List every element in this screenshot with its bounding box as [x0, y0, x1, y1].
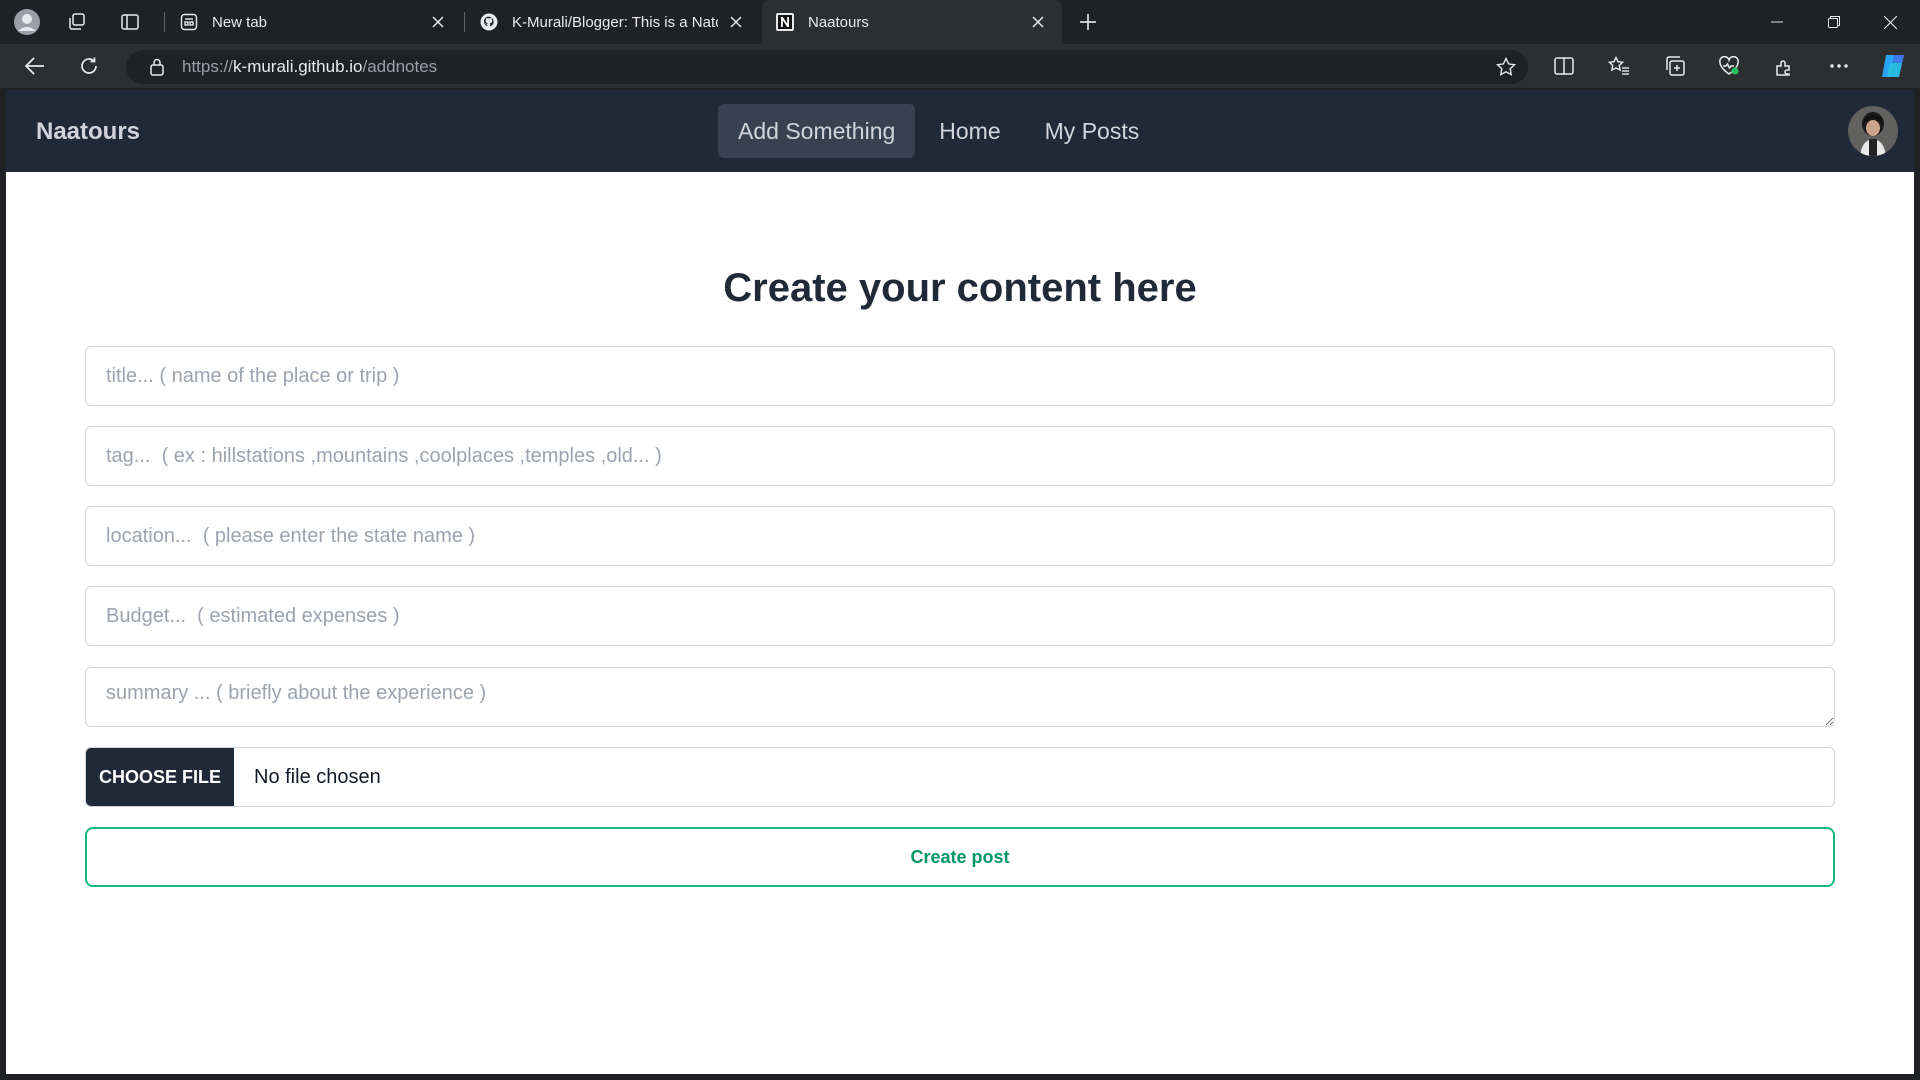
tab-separator: [464, 12, 465, 32]
file-upload[interactable]: CHOOSE FILE No file chosen: [85, 747, 1835, 807]
tab-github[interactable]: K-Murali/Blogger: This is a Natou: [466, 0, 760, 44]
tab-naatours[interactable]: Naatours: [762, 0, 1062, 44]
workspaces-icon[interactable]: [61, 6, 93, 38]
restore-icon[interactable]: [1805, 0, 1862, 44]
back-icon[interactable]: [17, 50, 53, 82]
naatours-n-icon: [776, 13, 794, 31]
browser-tab-bar: New tab K-Murali/Blogger: This is a Nato…: [0, 0, 1920, 44]
nav-add-something[interactable]: Add Something: [718, 104, 916, 158]
browser-essentials-icon[interactable]: [1711, 50, 1747, 82]
github-icon: [480, 13, 498, 31]
favorites-icon[interactable]: [1601, 50, 1637, 82]
new-tab-icon: [180, 13, 198, 31]
close-tab-icon[interactable]: [726, 12, 746, 32]
user-avatar[interactable]: [1848, 106, 1898, 156]
site-brand[interactable]: Naatours: [36, 118, 140, 146]
site-navbar: Naatours Add Something Home My Posts: [6, 90, 1914, 172]
url-scheme: https://: [182, 57, 234, 76]
minimize-icon[interactable]: [1748, 0, 1805, 44]
new-tab-plus-icon[interactable]: [1072, 6, 1104, 38]
copilot-icon[interactable]: [1876, 50, 1912, 82]
summary-textarea[interactable]: [85, 667, 1835, 727]
tab-new-tab[interactable]: New tab: [166, 0, 462, 44]
lock-icon[interactable]: [148, 58, 166, 76]
browser-address-bar: https://k-murali.github.io/addnotes: [0, 44, 1920, 88]
tab-actions-icon[interactable]: [114, 6, 146, 38]
close-window-icon[interactable]: [1862, 0, 1919, 44]
create-post-button[interactable]: Create post: [85, 827, 1835, 887]
location-input[interactable]: [85, 506, 1835, 566]
url-text[interactable]: https://k-murali.github.io/addnotes: [182, 57, 437, 77]
file-status-text: No file chosen: [254, 765, 381, 788]
choose-file-button[interactable]: CHOOSE FILE: [86, 748, 234, 806]
favorite-star-icon[interactable]: [1494, 56, 1518, 78]
url-path: /addnotes: [362, 57, 438, 76]
close-tab-icon[interactable]: [1028, 12, 1048, 32]
more-options-icon[interactable]: [1821, 50, 1857, 82]
nav-home[interactable]: Home: [919, 104, 1020, 158]
title-input[interactable]: [85, 346, 1835, 406]
address-omnibox[interactable]: https://k-murali.github.io/addnotes: [126, 50, 1528, 84]
close-tab-icon[interactable]: [428, 12, 448, 32]
page-viewport: Naatours Add Something Home My Posts Cre…: [6, 90, 1914, 1074]
refresh-icon[interactable]: [71, 50, 107, 82]
tab-title: Naatours: [808, 13, 869, 31]
split-screen-icon[interactable]: [1546, 50, 1582, 82]
tab-title: K-Murali/Blogger: This is a Natou: [512, 13, 718, 31]
tag-input[interactable]: [85, 426, 1835, 486]
extensions-icon[interactable]: [1766, 50, 1802, 82]
budget-input[interactable]: [85, 586, 1835, 646]
tab-title: New tab: [212, 13, 268, 31]
nav-my-posts[interactable]: My Posts: [1025, 104, 1160, 158]
page-title: Create your content here: [723, 266, 1197, 310]
collections-icon[interactable]: [1657, 50, 1693, 82]
url-host: k-murali.github.io: [233, 57, 363, 76]
nav-links: Add Something Home My Posts: [718, 104, 1159, 158]
tab-separator: [164, 12, 165, 32]
profile-icon[interactable]: [11, 6, 43, 38]
